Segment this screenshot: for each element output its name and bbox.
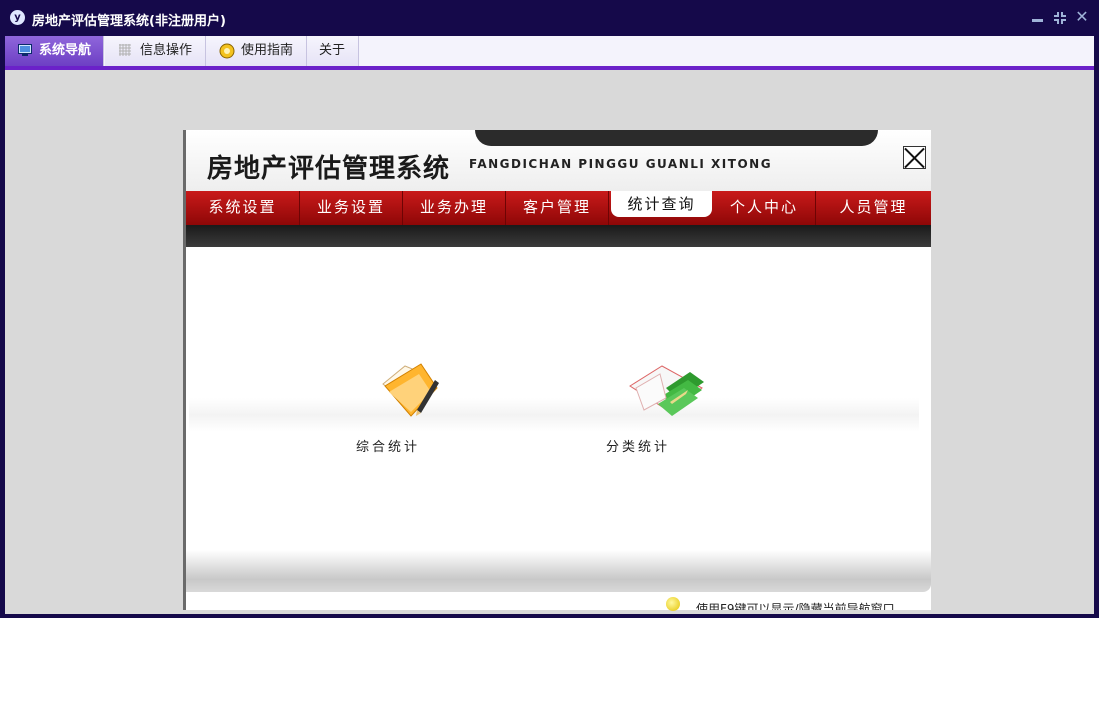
system-title: 房地产评估管理系统 [207, 154, 451, 184]
help-badge-icon [219, 43, 235, 59]
menu-staff-management[interactable]: 人员管理 [816, 191, 931, 225]
close-button[interactable]: ✕ [1075, 9, 1089, 25]
books-icon [629, 365, 704, 416]
minimize-button[interactable] [1031, 10, 1045, 24]
folder-pencil-icon [382, 363, 439, 417]
comprehensive-statistics-label[interactable]: 综合统计 [356, 436, 476, 455]
grid-icon [119, 44, 131, 56]
menu-shadow-band [186, 225, 931, 247]
app-logo-icon: y [10, 10, 25, 25]
window-title: 房地产评估管理系统(非注册用户) [32, 14, 226, 29]
module-menu-bar: 系统设置 业务设置 业务办理 客户管理 统计查询 个人中心 人员管理 [186, 191, 931, 225]
header-decoration [475, 130, 878, 146]
menu-customer-management[interactable]: 客户管理 [506, 191, 609, 225]
status-hint: 使用F9键可以显示/隐藏当前导航窗口 [696, 602, 895, 610]
tab-user-guide[interactable]: 使用指南 [206, 36, 307, 66]
navigation-panel: 房地产评估管理系统 FANGDICHAN PINGGU GUANLI XITON… [183, 130, 931, 611]
main-tab-bar: 系统导航 信息操作 使用指南 关于 [5, 36, 1094, 66]
category-statistics-button[interactable] [626, 358, 708, 424]
menu-statistics-query[interactable]: 统计查询 [611, 191, 712, 217]
restore-icon [1054, 12, 1066, 24]
tab-label: 信息操作 [140, 43, 193, 58]
tab-label: 关于 [319, 43, 346, 58]
menu-business-settings[interactable]: 业务设置 [300, 191, 403, 225]
tab-label: 系统导航 [39, 43, 92, 58]
panel-header: 房地产评估管理系统 FANGDICHAN PINGGU GUANLI XITON… [186, 130, 931, 191]
category-statistics-label[interactable]: 分类统计 [606, 436, 726, 455]
tab-info-operations[interactable]: 信息操作 [105, 36, 206, 66]
tab-about[interactable]: 关于 [307, 36, 359, 66]
tab-system-navigation[interactable]: 系统导航 [5, 36, 104, 66]
tab-label: 使用指南 [241, 43, 294, 58]
lightbulb-icon [666, 597, 680, 611]
menu-business-processing[interactable]: 业务办理 [403, 191, 506, 225]
monitor-icon [18, 44, 32, 56]
system-subtitle: FANGDICHAN PINGGU GUANLI XITONG [469, 157, 773, 171]
app-window: y 房地产评估管理系统(非注册用户) ✕ 系统导航 信息操作 使用指南 关于 房… [0, 0, 1099, 618]
restore-button[interactable] [1053, 10, 1067, 24]
menu-personal-center[interactable]: 个人中心 [713, 191, 816, 225]
comprehensive-statistics-button[interactable] [375, 358, 445, 428]
title-bar[interactable]: y 房地产评估管理系统(非注册用户) ✕ [0, 0, 1099, 36]
content-highlight [189, 398, 919, 432]
panel-close-button[interactable] [903, 146, 926, 169]
menu-system-settings[interactable]: 系统设置 [186, 191, 300, 225]
panel-footer [186, 550, 931, 592]
